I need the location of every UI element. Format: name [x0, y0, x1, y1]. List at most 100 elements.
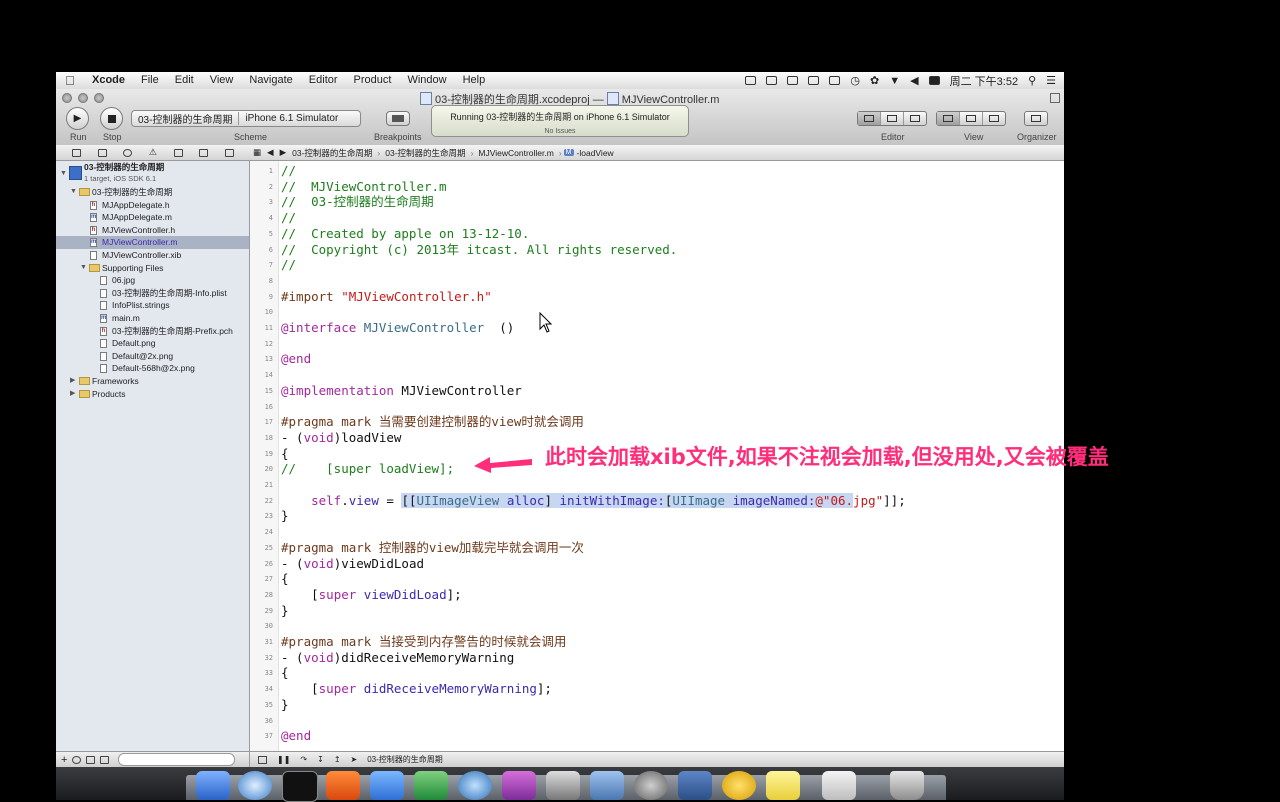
- pause-icon[interactable]: ❚❚: [277, 755, 290, 764]
- navigator-file[interactable]: 03-控制器的生命周期-Info.plist: [56, 287, 249, 300]
- navigator-file[interactable]: m main.m: [56, 312, 249, 325]
- toggle-debug-area-button[interactable]: [960, 112, 983, 125]
- navigator-group[interactable]: ▶ Products: [56, 388, 249, 401]
- code-line[interactable]: [super didReceiveMemoryWarning];: [281, 681, 552, 697]
- menu-editor[interactable]: Editor: [301, 72, 346, 89]
- code-line[interactable]: //: [281, 210, 296, 226]
- media-app-icon[interactable]: [502, 771, 536, 800]
- navigator-group[interactable]: ▼ Supporting Files: [56, 262, 249, 275]
- scheme-selector[interactable]: 03-控制器的生命周期 iPhone 6.1 Simulator: [131, 110, 361, 127]
- code-line[interactable]: // Copyright (c) 2013年 itcast. All right…: [281, 242, 677, 258]
- navigator-group[interactable]: ▼ 03-控制器的生命周期: [56, 186, 249, 199]
- navigator-group[interactable]: ▶ Frameworks: [56, 375, 249, 388]
- document-stack-icon[interactable]: [822, 771, 856, 800]
- source-control-filter-icon[interactable]: [86, 755, 96, 764]
- zoom-window-button[interactable]: [94, 93, 104, 103]
- trash-icon[interactable]: [890, 771, 924, 800]
- forward-button[interactable]: ▶: [277, 147, 290, 158]
- related-items-icon[interactable]: ▦: [250, 147, 264, 158]
- breakpoints-button[interactable]: [386, 111, 410, 126]
- navigator-file[interactable]: Default@2x.png: [56, 350, 249, 363]
- menu-window[interactable]: Window: [399, 72, 454, 89]
- run-button[interactable]: ▶: [66, 107, 89, 130]
- navigator-file[interactable]: Default-568h@2x.png: [56, 362, 249, 375]
- windows-icon[interactable]: [787, 76, 799, 85]
- stickies-icon[interactable]: [766, 771, 800, 800]
- standard-editor-button[interactable]: [858, 112, 881, 125]
- screenshot-icon[interactable]: [808, 76, 820, 85]
- video-app-icon[interactable]: [546, 771, 580, 800]
- disclosure-triangle-icon[interactable]: ▼: [60, 168, 67, 181]
- scheme-device[interactable]: iPhone 6.1 Simulator: [239, 113, 344, 124]
- navigator-file[interactable]: m MJViewController.m: [56, 236, 249, 249]
- code-line[interactable]: // 03-控制器的生命周期: [281, 194, 434, 210]
- navigator-file[interactable]: InfoPlist.strings: [56, 299, 249, 312]
- code-line[interactable]: #import "MJViewController.h": [281, 289, 492, 305]
- spotlight-search-icon[interactable]: ⚲: [1028, 74, 1036, 87]
- volume-icon[interactable]: ◀: [910, 74, 918, 87]
- hide-debug-area-icon[interactable]: [258, 755, 267, 764]
- menu-file[interactable]: File: [133, 72, 167, 89]
- code-line[interactable]: [super viewDidLoad];: [281, 587, 462, 603]
- breadcrumb-folder[interactable]: 03-控制器的生命周期: [382, 147, 468, 159]
- fullscreen-icon[interactable]: [1050, 93, 1060, 103]
- stop-button[interactable]: [100, 107, 123, 130]
- upload-icon[interactable]: [766, 76, 778, 85]
- navigator-file[interactable]: h 03-控制器的生命周期-Prefix.pch: [56, 325, 249, 338]
- step-over-icon[interactable]: ↷: [300, 755, 307, 764]
- powerpoint-icon[interactable]: [326, 771, 360, 800]
- code-line[interactable]: }: [281, 603, 289, 619]
- code-line[interactable]: self.view = [[UIImageView alloc] initWit…: [281, 492, 906, 509]
- version-editor-button[interactable]: [904, 112, 926, 125]
- debug-target[interactable]: 03-控制器的生命周期: [367, 754, 443, 765]
- file-manager-icon[interactable]: [722, 771, 756, 800]
- code-line[interactable]: - (void)loadView: [281, 430, 401, 446]
- code-line[interactable]: @end: [281, 728, 311, 744]
- menu-app[interactable]: Xcode: [84, 72, 133, 89]
- disclosure-triangle-icon[interactable]: ▶: [70, 388, 75, 401]
- organizer-button[interactable]: [1025, 112, 1047, 125]
- menu-help[interactable]: Help: [455, 72, 494, 89]
- recent-files-icon[interactable]: [72, 755, 82, 764]
- code-line[interactable]: #pragma mark 当接受到内存警告的时候就会调用: [281, 634, 566, 650]
- menu-clock[interactable]: 周二 下午3:52: [950, 73, 1018, 89]
- code-line[interactable]: - (void)viewDidLoad: [281, 556, 424, 572]
- navigator-file[interactable]: h MJAppDelegate.h: [56, 199, 249, 212]
- issue-navigator-icon[interactable]: ⚠: [149, 147, 157, 158]
- code-line[interactable]: {: [281, 446, 289, 462]
- code-line[interactable]: //: [281, 257, 296, 273]
- code-line[interactable]: // Created by apple on 13-12-10.: [281, 226, 529, 242]
- code-line[interactable]: #pragma mark 控制器的view加载完毕就会调用一次: [281, 540, 584, 556]
- apple-menu-icon[interactable]: : [56, 73, 84, 88]
- safari-icon[interactable]: [238, 771, 272, 800]
- code-line[interactable]: {: [281, 665, 289, 681]
- symbol-navigator-icon[interactable]: [97, 148, 107, 157]
- code-line[interactable]: // [super loadView];: [281, 461, 454, 477]
- navigator-file[interactable]: MJViewController.xib: [56, 249, 249, 262]
- navigator-file[interactable]: Default.png: [56, 337, 249, 350]
- bluetooth-icon[interactable]: ✿: [870, 74, 879, 87]
- globe-app-icon[interactable]: [458, 771, 492, 800]
- project-root[interactable]: ▼ 03-控制器的生命周期 1 target, iOS SDK 6.1: [56, 162, 249, 186]
- time-machine-icon[interactable]: ◷: [850, 74, 860, 87]
- navigator-filter-input[interactable]: [118, 753, 236, 766]
- excel-icon[interactable]: [414, 771, 448, 800]
- code-line[interactable]: }: [281, 697, 289, 713]
- debug-navigator-icon[interactable]: [173, 148, 183, 157]
- system-preferences-icon[interactable]: [634, 771, 668, 800]
- menu-view[interactable]: View: [202, 72, 242, 89]
- word-icon[interactable]: [370, 771, 404, 800]
- code-line[interactable]: @interface MJViewController (): [281, 320, 514, 336]
- location-icon[interactable]: ➤: [351, 755, 358, 764]
- code-line[interactable]: }: [281, 508, 289, 524]
- breadcrumb-method[interactable]: -loadView: [574, 148, 617, 158]
- breadcrumb-project[interactable]: 03-控制器的生命周期: [289, 147, 375, 159]
- finder-icon[interactable]: [196, 771, 230, 800]
- code-line[interactable]: // MJViewController.m: [281, 179, 447, 195]
- code-line[interactable]: - (void)didReceiveMemoryWarning: [281, 650, 514, 666]
- code-line[interactable]: {: [281, 571, 289, 587]
- menu-edit[interactable]: Edit: [167, 72, 202, 89]
- step-into-icon[interactable]: ↧: [317, 755, 324, 764]
- code-line[interactable]: //: [281, 163, 296, 179]
- screen-record-icon[interactable]: [745, 76, 757, 85]
